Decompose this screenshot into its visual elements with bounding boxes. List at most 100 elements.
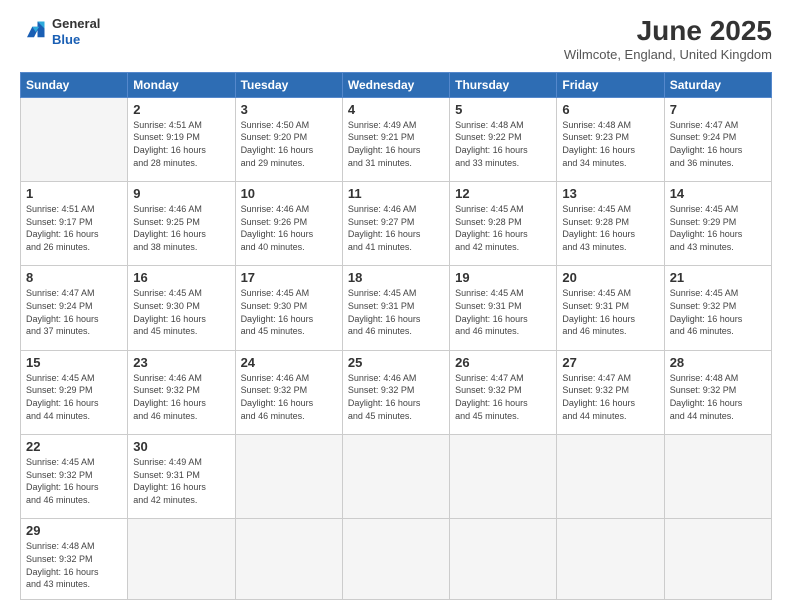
day-number: 27 xyxy=(562,355,658,370)
day-number: 23 xyxy=(133,355,229,370)
table-row xyxy=(450,435,557,519)
logo-text: General Blue xyxy=(52,16,100,47)
day-info: Sunrise: 4:45 AM Sunset: 9:32 PM Dayligh… xyxy=(670,287,766,337)
day-number: 11 xyxy=(348,186,444,201)
table-row: 24 Sunrise: 4:46 AM Sunset: 9:32 PM Dayli… xyxy=(235,350,342,434)
day-number: 7 xyxy=(670,102,766,117)
day-info: Sunrise: 4:48 AM Sunset: 9:32 PM Dayligh… xyxy=(26,540,122,590)
day-info: Sunrise: 4:48 AM Sunset: 9:23 PM Dayligh… xyxy=(562,119,658,169)
day-info: Sunrise: 4:48 AM Sunset: 9:32 PM Dayligh… xyxy=(670,372,766,422)
day-number: 30 xyxy=(133,439,229,454)
day-info: Sunrise: 4:48 AM Sunset: 9:22 PM Dayligh… xyxy=(455,119,551,169)
table-row: 29 Sunrise: 4:48 AM Sunset: 9:32 PM Dayli… xyxy=(21,519,128,600)
table-row xyxy=(557,519,664,600)
table-row: 15Sunrise: 4:45 AM Sunset: 9:29 PM Dayli… xyxy=(21,350,128,434)
table-row: 4 Sunrise: 4:49 AM Sunset: 9:21 PM Daylig… xyxy=(342,97,449,181)
table-row: 18Sunrise: 4:45 AM Sunset: 9:31 PM Dayli… xyxy=(342,266,449,350)
day-info: Sunrise: 4:46 AM Sunset: 9:32 PM Dayligh… xyxy=(348,372,444,422)
table-row: 27 Sunrise: 4:47 AM Sunset: 9:32 PM Dayli… xyxy=(557,350,664,434)
month-title: June 2025 xyxy=(564,16,772,47)
day-number: 10 xyxy=(241,186,337,201)
table-row: 13 Sunrise: 4:45 AM Sunset: 9:28 PM Dayli… xyxy=(557,182,664,266)
day-info: Sunrise: 4:47 AM Sunset: 9:32 PM Dayligh… xyxy=(562,372,658,422)
day-number: 21 xyxy=(670,270,766,285)
day-info: Sunrise: 4:46 AM Sunset: 9:32 PM Dayligh… xyxy=(241,372,337,422)
table-row xyxy=(342,435,449,519)
day-number: 2 xyxy=(133,102,229,117)
day-info: Sunrise: 4:49 AM Sunset: 9:31 PM Dayligh… xyxy=(133,456,229,506)
day-info: Sunrise: 4:46 AM Sunset: 9:32 PM Dayligh… xyxy=(133,372,229,422)
day-info: Sunrise: 4:49 AM Sunset: 9:21 PM Dayligh… xyxy=(348,119,444,169)
table-row: 17 Sunrise: 4:45 AM Sunset: 9:30 PM Dayli… xyxy=(235,266,342,350)
day-number: 6 xyxy=(562,102,658,117)
day-number: 8 xyxy=(26,270,122,285)
day-number: 22 xyxy=(26,439,122,454)
table-row: 16Sunrise: 4:45 AM Sunset: 9:30 PM Dayli… xyxy=(128,266,235,350)
table-row: 19Sunrise: 4:45 AM Sunset: 9:31 PM Dayli… xyxy=(450,266,557,350)
day-info: Sunrise: 4:47 AM Sunset: 9:24 PM Dayligh… xyxy=(670,119,766,169)
table-row xyxy=(450,519,557,600)
table-row xyxy=(235,435,342,519)
calendar-table: Sunday Monday Tuesday Wednesday Thursday… xyxy=(20,72,772,600)
table-row: 1Sunrise: 4:51 AM Sunset: 9:17 PM Daylig… xyxy=(21,182,128,266)
table-row: 9Sunrise: 4:46 AM Sunset: 9:25 PM Daylig… xyxy=(128,182,235,266)
day-number: 5 xyxy=(455,102,551,117)
table-row: 20Sunrise: 4:45 AM Sunset: 9:31 PM Dayli… xyxy=(557,266,664,350)
col-monday: Monday xyxy=(128,72,235,97)
logo-blue: Blue xyxy=(52,32,100,48)
col-tuesday: Tuesday xyxy=(235,72,342,97)
table-row: 11 Sunrise: 4:46 AM Sunset: 9:27 PM Dayli… xyxy=(342,182,449,266)
day-number: 24 xyxy=(241,355,337,370)
table-row: 6 Sunrise: 4:48 AM Sunset: 9:23 PM Daylig… xyxy=(557,97,664,181)
table-row xyxy=(128,519,235,600)
day-number: 25 xyxy=(348,355,444,370)
table-row: 21 Sunrise: 4:45 AM Sunset: 9:32 PM Dayli… xyxy=(664,266,771,350)
table-row: 26 Sunrise: 4:47 AM Sunset: 9:32 PM Dayli… xyxy=(450,350,557,434)
table-row xyxy=(664,435,771,519)
table-row: 14 Sunrise: 4:45 AM Sunset: 9:29 PM Dayli… xyxy=(664,182,771,266)
day-number: 17 xyxy=(241,270,337,285)
table-row xyxy=(342,519,449,600)
table-row: 23 Sunrise: 4:46 AM Sunset: 9:32 PM Dayli… xyxy=(128,350,235,434)
day-info: Sunrise: 4:47 AM Sunset: 9:24 PM Dayligh… xyxy=(26,287,122,337)
col-wednesday: Wednesday xyxy=(342,72,449,97)
day-info: Sunrise: 4:50 AM Sunset: 9:20 PM Dayligh… xyxy=(241,119,337,169)
location-subtitle: Wilmcote, England, United Kingdom xyxy=(564,47,772,62)
day-number: 18 xyxy=(348,270,444,285)
col-thursday: Thursday xyxy=(450,72,557,97)
day-number: 26 xyxy=(455,355,551,370)
col-saturday: Saturday xyxy=(664,72,771,97)
day-info: Sunrise: 4:46 AM Sunset: 9:27 PM Dayligh… xyxy=(348,203,444,253)
logo-general: General xyxy=(52,16,100,32)
day-number: 19 xyxy=(455,270,551,285)
table-row: 10 Sunrise: 4:46 AM Sunset: 9:26 PM Dayli… xyxy=(235,182,342,266)
title-section: June 2025 Wilmcote, England, United King… xyxy=(564,16,772,62)
day-number: 13 xyxy=(562,186,658,201)
page-header: General Blue June 2025 Wilmcote, England… xyxy=(20,16,772,62)
day-number: 1 xyxy=(26,186,122,201)
table-row: 30 Sunrise: 4:49 AM Sunset: 9:31 PM Dayli… xyxy=(128,435,235,519)
day-info: Sunrise: 4:46 AM Sunset: 9:26 PM Dayligh… xyxy=(241,203,337,253)
table-row xyxy=(21,97,128,181)
day-number: 29 xyxy=(26,523,122,538)
day-info: Sunrise: 4:45 AM Sunset: 9:29 PM Dayligh… xyxy=(670,203,766,253)
calendar-header-row: Sunday Monday Tuesday Wednesday Thursday… xyxy=(21,72,772,97)
day-info: Sunrise: 4:45 AM Sunset: 9:28 PM Dayligh… xyxy=(562,203,658,253)
table-row: 22Sunrise: 4:45 AM Sunset: 9:32 PM Dayli… xyxy=(21,435,128,519)
logo: General Blue xyxy=(20,16,100,47)
day-info: Sunrise: 4:45 AM Sunset: 9:30 PM Dayligh… xyxy=(133,287,229,337)
day-number: 4 xyxy=(348,102,444,117)
day-info: Sunrise: 4:45 AM Sunset: 9:31 PM Dayligh… xyxy=(562,287,658,337)
day-number: 28 xyxy=(670,355,766,370)
day-number: 12 xyxy=(455,186,551,201)
day-info: Sunrise: 4:45 AM Sunset: 9:30 PM Dayligh… xyxy=(241,287,337,337)
day-number: 14 xyxy=(670,186,766,201)
col-sunday: Sunday xyxy=(21,72,128,97)
table-row: 12 Sunrise: 4:45 AM Sunset: 9:28 PM Dayli… xyxy=(450,182,557,266)
table-row: 8 Sunrise: 4:47 AM Sunset: 9:24 PM Daylig… xyxy=(21,266,128,350)
logo-icon xyxy=(20,18,48,46)
table-row xyxy=(235,519,342,600)
day-info: Sunrise: 4:45 AM Sunset: 9:28 PM Dayligh… xyxy=(455,203,551,253)
day-number: 15 xyxy=(26,355,122,370)
day-info: Sunrise: 4:47 AM Sunset: 9:32 PM Dayligh… xyxy=(455,372,551,422)
